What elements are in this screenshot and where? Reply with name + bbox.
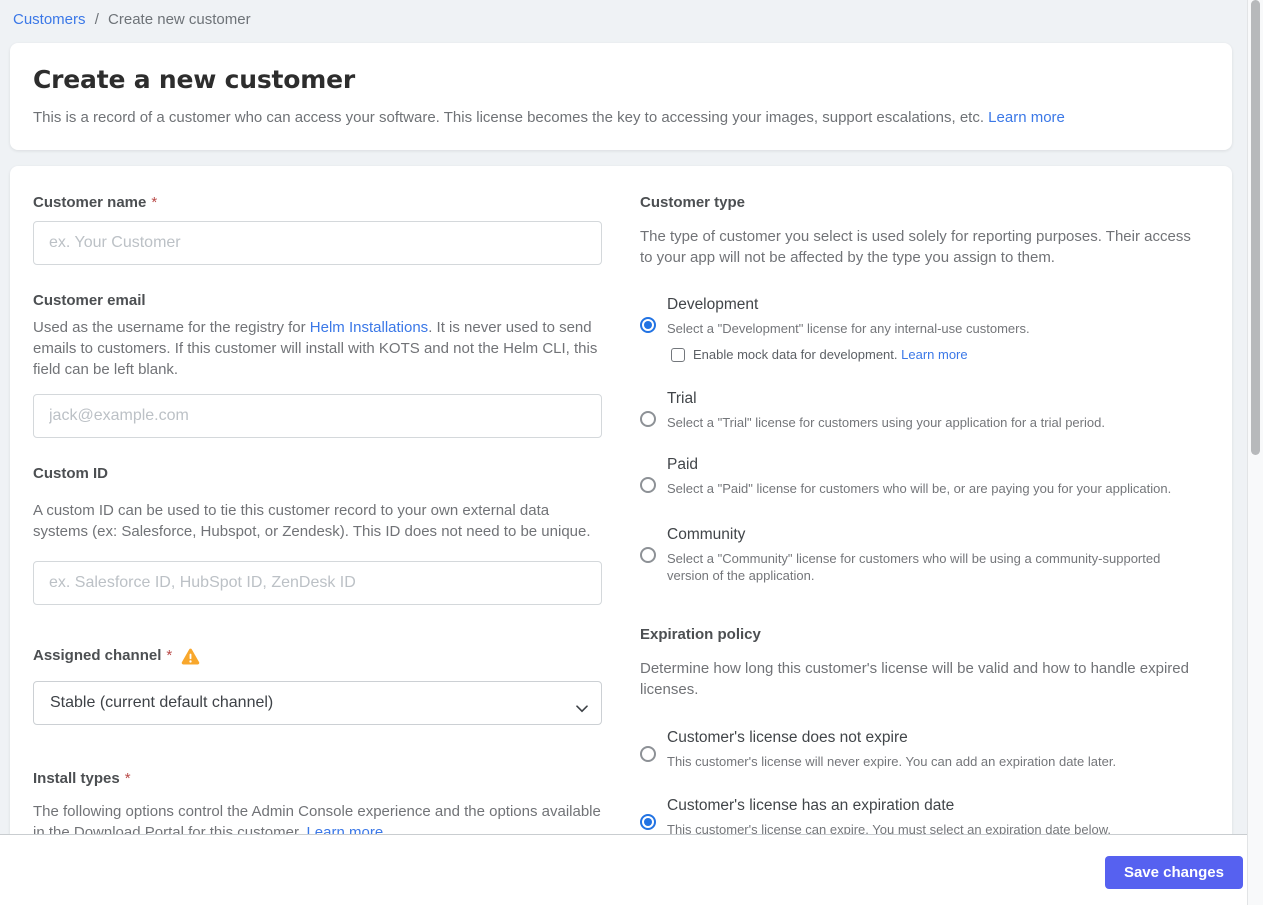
install-types-label: Install types * (33, 769, 602, 789)
breadcrumb: Customers / Create new customer (0, 0, 1263, 30)
radio-development-label: Development (667, 296, 759, 313)
customer-email-help: Used as the username for the registry fo… (33, 317, 602, 380)
customer-email-input[interactable] (33, 394, 602, 438)
custom-id-label-text: Custom ID (33, 465, 108, 482)
radio-paid-label: Paid (667, 456, 699, 473)
helm-installations-link[interactable]: Helm Installations (310, 319, 428, 336)
breadcrumb-separator: / (94, 11, 99, 28)
customer-type-option-community: Community Select a "Community" license f… (640, 525, 1192, 584)
customer-type-heading: Customer type (640, 194, 746, 211)
radio-community[interactable] (640, 547, 656, 563)
radio-license-does-not-expire[interactable] (640, 746, 656, 762)
create-customer-page: Customers / Create new customer Create a… (0, 0, 1263, 905)
assigned-channel-select[interactable]: Stable (current default channel) (33, 681, 602, 725)
expiration-policy-heading: Expiration policy (640, 626, 761, 643)
customer-form-card: Customer name * Customer email Used as t… (10, 166, 1232, 905)
custom-id-input[interactable] (33, 561, 602, 605)
install-types-label-text: Install types (33, 770, 120, 787)
mock-data-checkbox[interactable] (671, 347, 685, 362)
radio-trial-description: Select a "Trial" license for customers u… (667, 415, 1105, 430)
header-learn-more-link[interactable]: Learn more (988, 109, 1065, 126)
save-footer-bar: Save changes (0, 834, 1247, 905)
mock-data-checkbox-row: Enable mock data for development. Learn … (671, 346, 1192, 363)
mock-data-learn-more-link[interactable]: Learn more (901, 347, 967, 362)
radio-paid-description: Select a "Paid" license for customers wh… (667, 481, 1172, 496)
radio-has-expiration-label: Customer's license has an expiration dat… (667, 797, 955, 814)
radio-license-has-expiration[interactable] (640, 814, 656, 830)
breadcrumb-current: Create new customer (108, 11, 251, 28)
customer-type-option-development: Development Select a "Development" licen… (640, 295, 1192, 363)
page-description: This is a record of a customer who can a… (33, 108, 1192, 128)
customer-name-label-text: Customer name (33, 194, 147, 211)
customer-name-label: Customer name * (33, 193, 602, 213)
page-description-text: This is a record of a customer who can a… (33, 109, 984, 126)
required-asterisk: * (166, 647, 173, 664)
customer-type-option-paid: Paid Select a "Paid" license for custome… (640, 455, 1192, 497)
radio-development-description: Select a "Development" license for any i… (667, 321, 1030, 336)
required-asterisk: * (151, 194, 158, 211)
customer-email-label-text: Customer email (33, 292, 146, 309)
assigned-channel-selected-option: Stable (current default channel) (50, 694, 274, 711)
radio-community-description: Select a "Community" license for custome… (667, 551, 1161, 583)
radio-paid[interactable] (640, 477, 656, 493)
scrollbar-thumb[interactable] (1251, 0, 1260, 455)
expiration-option-has-expiration: Customer's license has an expiration dat… (640, 796, 1192, 838)
radio-community-label: Community (667, 526, 746, 543)
assigned-channel-label: Assigned channel * (33, 646, 602, 666)
customer-name-input[interactable] (33, 221, 602, 265)
header-card: Create a new customer This is a record o… (10, 43, 1232, 150)
customer-email-label: Customer email (33, 291, 602, 311)
customer-email-help-text-1: Used as the username for the registry fo… (33, 319, 310, 336)
custom-id-label: Custom ID (33, 464, 602, 484)
page-scrollbar[interactable] (1247, 0, 1263, 905)
customer-type-intro: The type of customer you select is used … (640, 228, 1191, 266)
page-title: Create a new customer (33, 65, 355, 94)
radio-development[interactable] (640, 317, 656, 333)
radio-trial[interactable] (640, 411, 656, 427)
required-asterisk: * (124, 770, 131, 787)
warning-icon (181, 648, 200, 665)
mock-data-checkbox-text: Enable mock data for development. (693, 347, 898, 362)
expiration-option-no-expire: Customer's license does not expire This … (640, 728, 1192, 770)
form-right-column: Customer type The type of customer you s… (640, 193, 1192, 905)
custom-id-help: A custom ID can be used to tie this cust… (33, 502, 591, 540)
form-left-column: Customer name * Customer email Used as t… (33, 193, 602, 905)
customer-type-option-trial: Trial Select a "Trial" license for custo… (640, 389, 1192, 431)
radio-trial-label: Trial (667, 390, 697, 407)
expiration-policy-intro: Determine how long this customer's licen… (640, 660, 1189, 698)
chevron-down-icon (576, 700, 588, 718)
mock-data-checkbox-label: Enable mock data for development. Learn … (693, 346, 968, 363)
save-changes-button[interactable]: Save changes (1104, 856, 1243, 889)
assigned-channel-label-text: Assigned channel (33, 647, 162, 664)
radio-no-expire-label: Customer's license does not expire (667, 729, 908, 746)
breadcrumb-customers-link[interactable]: Customers (13, 11, 86, 28)
radio-no-expire-description: This customer's license will never expir… (667, 754, 1117, 769)
